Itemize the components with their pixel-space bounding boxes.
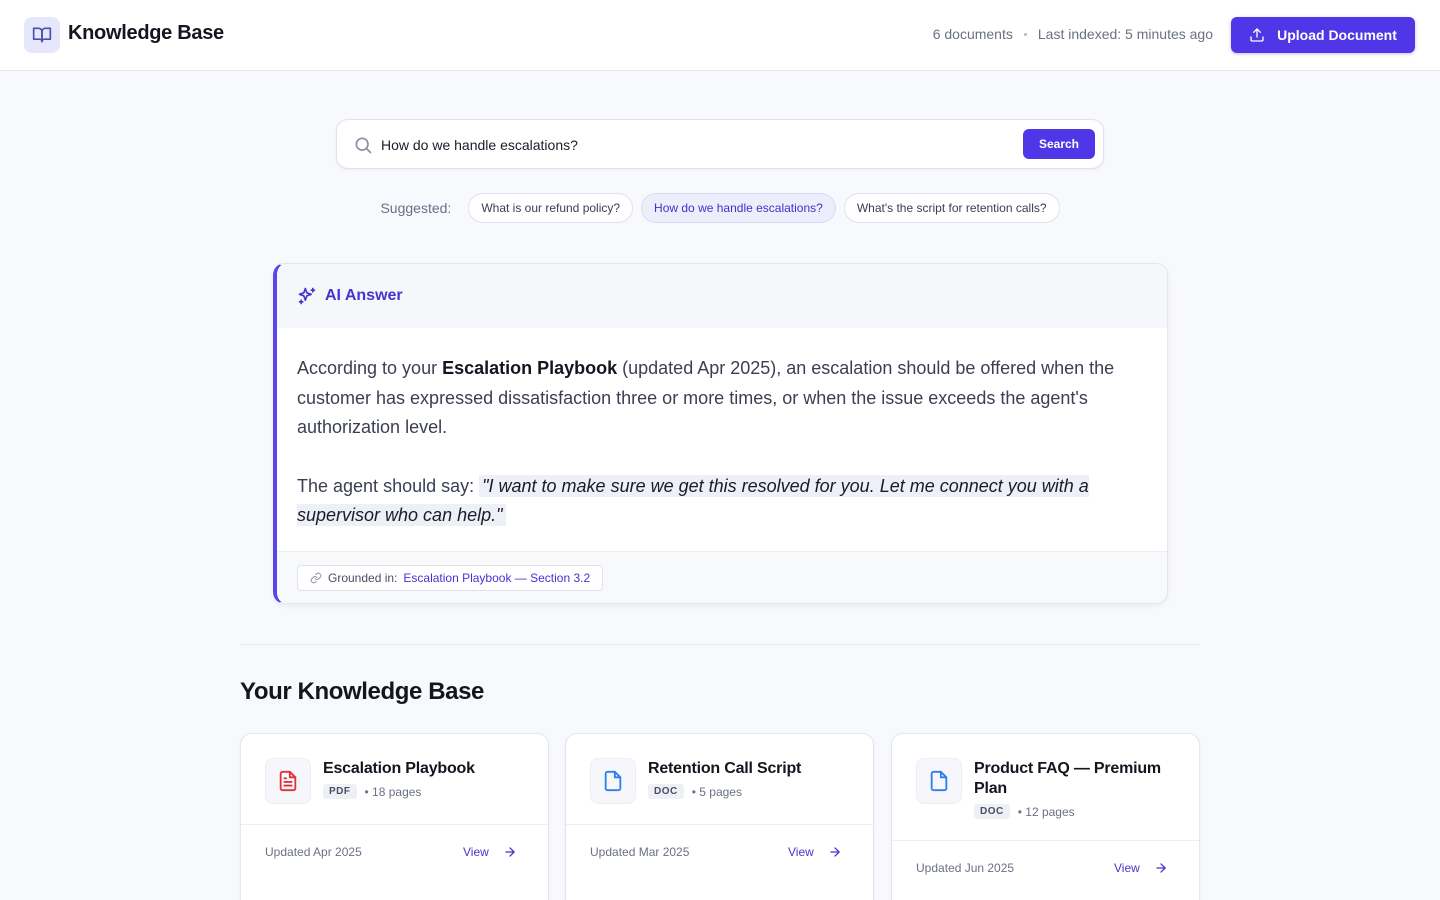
ai-answer-header: AI Answer (277, 264, 1167, 328)
document-card: Retention Call Script DOC • 5 pages Upda… (565, 733, 874, 900)
document-name: Retention Call Script (648, 760, 802, 777)
card-divider (892, 840, 1199, 841)
top-header: Knowledge Base 6 documents Last indexed:… (0, 0, 1440, 71)
document-name: Escalation Playbook (323, 760, 475, 777)
search-bar: Search (336, 119, 1104, 169)
document-count: 6 documents (932, 26, 1013, 42)
card-divider (566, 824, 873, 825)
document-updated: Updated Jun 2025 (916, 861, 1015, 875)
ai-answer-footer: Grounded in: Escalation Playbook — Secti… (277, 551, 1167, 603)
search-button[interactable]: Search (1023, 129, 1095, 159)
view-label: View (463, 845, 489, 859)
ai-answer-card: AI Answer According to your Escalation P… (273, 263, 1168, 604)
document-type-badge: DOC (648, 784, 684, 799)
document-type-badge: DOC (974, 804, 1010, 819)
document-pages: • 18 pages (364, 784, 422, 799)
pdf-file-icon (265, 758, 311, 804)
upload-document-label: Upload Document (1277, 27, 1397, 43)
suggested-label: Suggested: (380, 200, 452, 216)
sparkles-icon (298, 287, 316, 305)
view-document-link[interactable]: View (463, 845, 517, 859)
document-pages: • 5 pages (691, 784, 742, 799)
document-meta: PDF • 18 pages (323, 784, 421, 799)
document-type-badge: PDF (323, 784, 357, 799)
document-card: Product FAQ — Premium Plan DOC • 12 page… (891, 733, 1200, 900)
document-meta: DOC • 5 pages (648, 784, 742, 799)
app-title: Knowledge Base (68, 22, 224, 44)
search-input[interactable] (381, 132, 1001, 158)
answer-text: The agent should say: (297, 475, 480, 496)
grounded-source-link[interactable]: Grounded in: Escalation Playbook — Secti… (297, 565, 604, 591)
document-meta: DOC • 12 pages (974, 804, 1075, 819)
book-icon (24, 17, 60, 53)
doc-file-icon (916, 758, 962, 804)
suggested-queries: Suggested: What is our refund policy? Ho… (0, 193, 1440, 223)
card-divider (241, 824, 548, 825)
suggestion-chip-active[interactable]: How do we handle escalations? (641, 193, 836, 223)
section-divider (240, 644, 1200, 645)
view-document-link[interactable]: View (788, 845, 842, 859)
arrow-right-icon (830, 847, 840, 857)
document-name: Product FAQ — Premium Plan (974, 760, 1161, 797)
doc-file-icon (590, 758, 636, 804)
suggestion-chip[interactable]: What is our refund policy? (468, 193, 634, 223)
suggestion-chip[interactable]: What's the script for retention calls? (843, 193, 1060, 223)
document-updated: Updated Apr 2025 (265, 845, 362, 859)
knowledge-base-heading: Your Knowledge Base (240, 678, 485, 705)
document-pages: • 12 pages (1017, 804, 1075, 819)
last-indexed: Last indexed: 5 minutes ago (1037, 26, 1213, 42)
ai-answer-body: According to your Escalation Playbook (u… (277, 328, 1167, 552)
view-label: View (1114, 861, 1140, 875)
document-card: Escalation Playbook PDF • 18 pages Updat… (240, 733, 549, 900)
upload-document-button[interactable]: Upload Document (1231, 17, 1415, 53)
index-meta: 6 documents Last indexed: 5 minutes ago (933, 26, 1213, 42)
separator-dot (1023, 32, 1027, 36)
ai-answer-title: AI Answer (325, 287, 403, 304)
answer-paragraph: The agent should say: "I want to make su… (297, 472, 1147, 531)
upload-icon (1250, 28, 1264, 42)
link-icon (310, 572, 322, 584)
arrow-right-icon (1156, 863, 1166, 873)
arrow-right-icon (505, 847, 515, 857)
view-label: View (788, 845, 814, 859)
answer-text: According to your (297, 358, 443, 378)
document-updated: Updated Mar 2025 (590, 845, 690, 859)
grounded-label: Grounded in: (328, 571, 398, 585)
search-icon (355, 137, 372, 154)
grounded-source: Escalation Playbook — Section 3.2 (403, 571, 591, 585)
answer-paragraph: According to your Escalation Playbook (u… (297, 354, 1147, 443)
answer-document-name: Escalation Playbook (442, 358, 618, 378)
view-document-link[interactable]: View (1114, 861, 1168, 875)
